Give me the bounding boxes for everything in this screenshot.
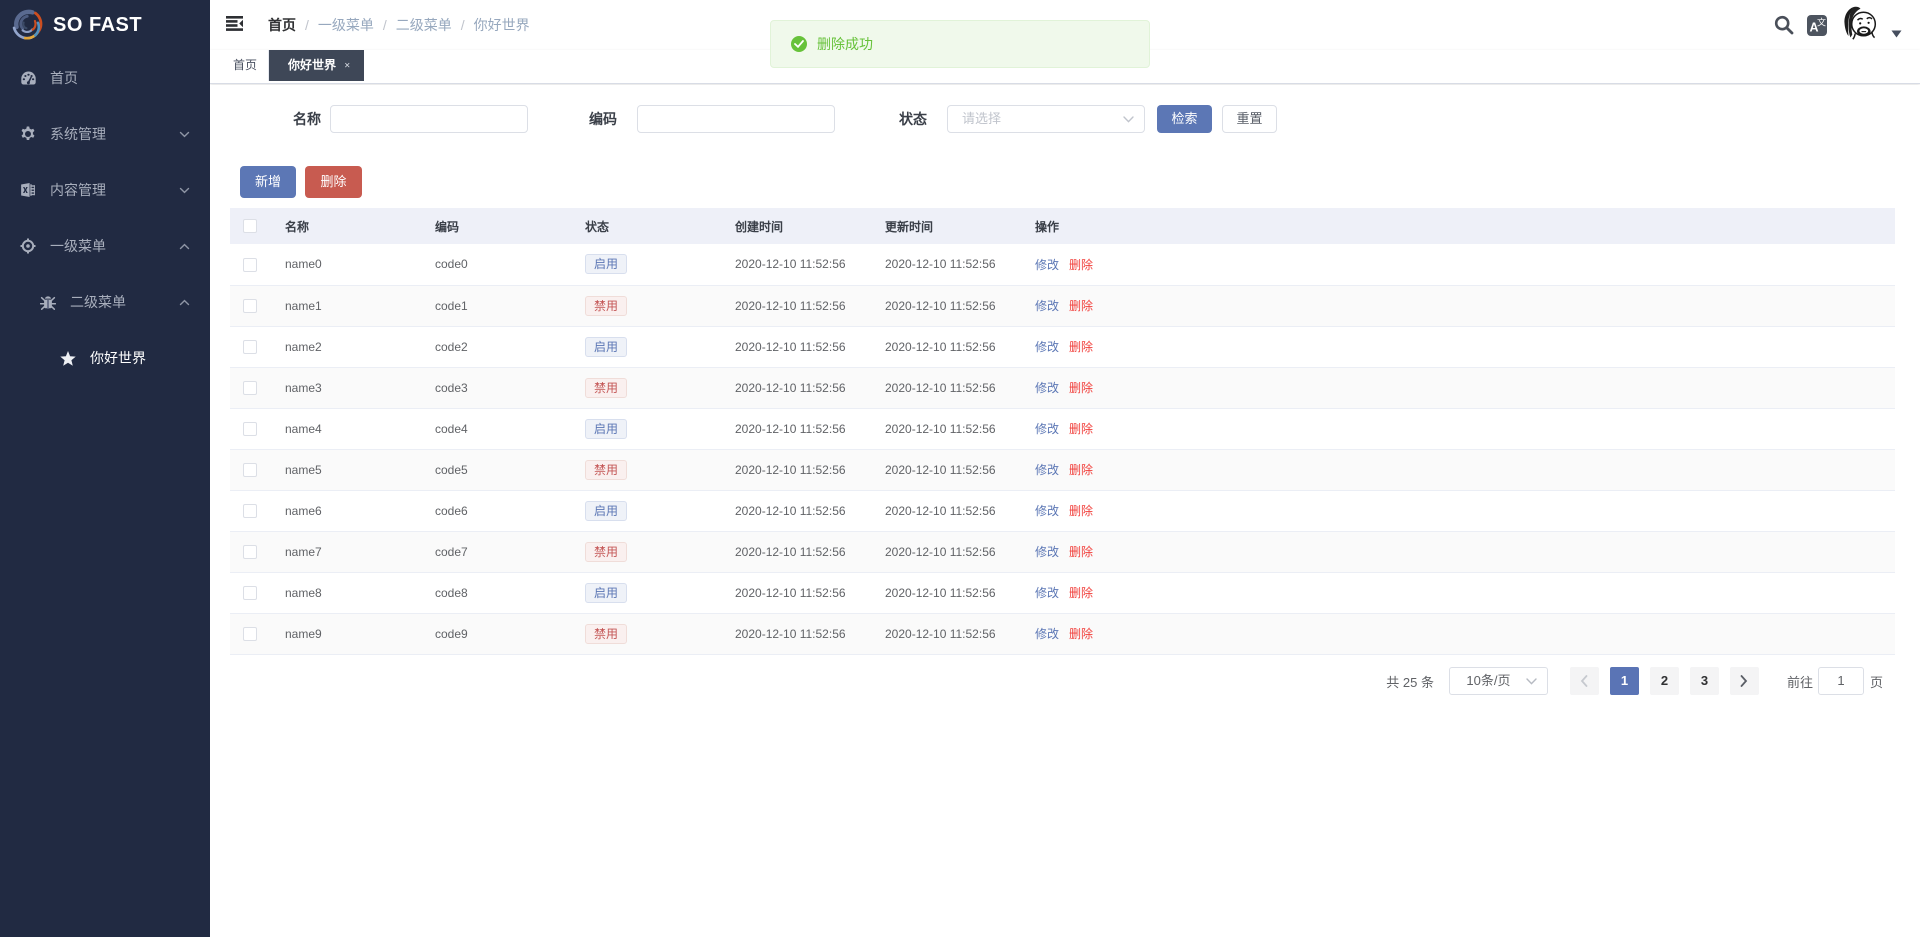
svg-text:文: 文 [1817,16,1826,29]
